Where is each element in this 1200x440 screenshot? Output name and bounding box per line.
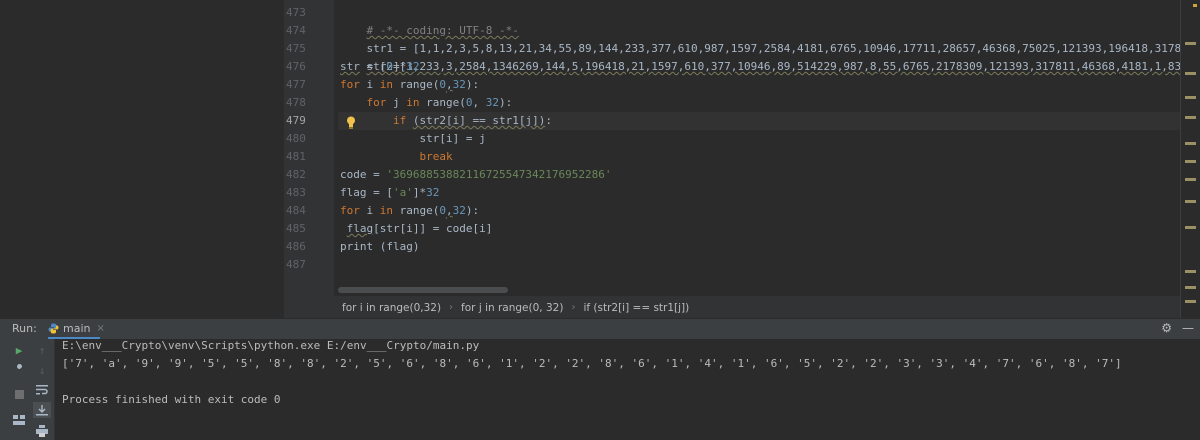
- run-icon[interactable]: ▶: [12, 343, 26, 357]
- weak-warning-mark[interactable]: [1185, 42, 1196, 45]
- code-line-477[interactable]: for i in range(0,32):: [340, 76, 479, 94]
- run-tab-label: main: [63, 321, 91, 335]
- line-number: 475: [286, 42, 306, 55]
- line-number: 484: [286, 204, 306, 217]
- code-line-485[interactable]: flag[str[i]] = code[i]: [340, 220, 493, 238]
- code-line-482[interactable]: code = '36968853882116725547342176952286…: [340, 166, 612, 184]
- run-tab-main[interactable]: main ×: [48, 319, 105, 339]
- code-line-474[interactable]: str1 = [1,1,2,3,5,8,13,21,34,55,89,144,2…: [340, 22, 1181, 55]
- chevron-right-icon: ›: [571, 302, 576, 313]
- run-window-actions: ⚙ —: [1161, 321, 1194, 335]
- code-line-479[interactable]: if (str2[i] == str1[j]):: [340, 112, 552, 130]
- weak-warning-mark[interactable]: [1185, 116, 1196, 119]
- breadcrumb-item[interactable]: for i in range(0,32): [342, 302, 441, 314]
- weak-warning-mark[interactable]: [1185, 226, 1196, 229]
- line-number: 474: [286, 24, 306, 37]
- weak-warning-mark[interactable]: [1185, 72, 1196, 75]
- run-toolbar-primary: ▶: [8, 339, 30, 440]
- line-number: 478: [286, 96, 306, 109]
- line-number-gutter: 473 474 475 476 477 478 479 480 481 482 …: [284, 0, 334, 296]
- scroll-end-icon[interactable]: [33, 402, 51, 418]
- code-line-475[interactable]: str2=[1,233,3,2584,1346269,144,5,196418,…: [340, 40, 1181, 73]
- weak-warning-mark[interactable]: [1185, 270, 1196, 273]
- weak-warning-mark[interactable]: [1185, 286, 1196, 289]
- project-panel-area: [0, 0, 284, 318]
- run-toolbar-secondary: ↑ ↓: [30, 339, 55, 440]
- code-line-481[interactable]: break: [340, 148, 452, 166]
- lightbulb-icon[interactable]: [346, 114, 356, 129]
- line-number: 485: [286, 222, 306, 235]
- line-number: 483: [286, 186, 306, 199]
- console-command: E:\env___Crypto\venv\Scripts\python.exe …: [62, 339, 480, 352]
- code-line-484[interactable]: for i in range(0,32):: [340, 202, 479, 220]
- line-number: 480: [286, 132, 306, 145]
- code-line-476[interactable]: str = [0]*32: [340, 58, 420, 76]
- line-number: 477: [286, 78, 306, 91]
- weak-warning-mark[interactable]: [1185, 200, 1196, 203]
- close-icon[interactable]: ×: [96, 323, 104, 334]
- breadcrumb: for i in range(0,32) › for j in range(0,…: [284, 296, 1180, 318]
- code-editor[interactable]: # -*- coding: UTF-8 -*- str1 = [1,1,2,3,…: [338, 0, 1180, 296]
- code-line-486[interactable]: print (flag): [340, 238, 419, 256]
- up-arrow-icon[interactable]: ↑: [35, 343, 49, 357]
- line-number: 473: [286, 6, 306, 19]
- gear-icon[interactable]: ⚙: [1161, 321, 1172, 335]
- weak-warning-mark[interactable]: [1185, 96, 1196, 99]
- code-line-473[interactable]: # -*- coding: UTF-8 -*-: [340, 4, 519, 37]
- weak-warning-mark[interactable]: [1185, 300, 1196, 303]
- run-console[interactable]: E:\env___Crypto\venv\Scripts\python.exe …: [55, 339, 1200, 440]
- weak-warning-mark[interactable]: [1185, 160, 1196, 163]
- warning-mark[interactable]: [1193, 4, 1197, 7]
- weak-warning-mark[interactable]: [1185, 142, 1196, 145]
- code-line-480[interactable]: str[i] = j: [340, 130, 485, 148]
- line-number: 482: [286, 168, 306, 181]
- code-line-483[interactable]: flag = ['a']*32: [340, 184, 439, 202]
- console-output: ['7', 'a', '9', '9', '5', '5', '8', '8',…: [62, 357, 1122, 370]
- structure-side-strip[interactable]: [0, 339, 8, 440]
- print-icon[interactable]: [35, 424, 49, 438]
- soft-wrap-icon[interactable]: [35, 383, 49, 397]
- code-line-478[interactable]: for j in range(0, 32):: [340, 94, 512, 112]
- line-number: 486: [286, 240, 306, 253]
- line-number: 481: [286, 150, 306, 163]
- line-number: 487: [286, 258, 306, 271]
- weak-warning-mark[interactable]: [1185, 178, 1196, 181]
- stop-icon[interactable]: [12, 387, 26, 401]
- line-number-active: 479: [286, 114, 306, 127]
- console-exit-message: Process finished with exit code 0: [62, 393, 281, 406]
- layout-icon[interactable]: [12, 413, 26, 427]
- breadcrumb-item[interactable]: if (str2[i] == str1[j]): [583, 302, 689, 314]
- line-number: 476: [286, 60, 306, 73]
- wrench-icon[interactable]: [12, 363, 26, 377]
- python-file-icon: [48, 323, 59, 334]
- breadcrumb-item[interactable]: for j in range(0, 32): [461, 302, 563, 314]
- down-arrow-icon[interactable]: ↓: [35, 363, 49, 377]
- error-stripe[interactable]: [1180, 0, 1200, 318]
- chevron-right-icon: ›: [449, 302, 454, 313]
- horizontal-scrollbar[interactable]: [338, 287, 508, 293]
- minimize-icon[interactable]: —: [1182, 321, 1194, 335]
- run-label: Run:: [12, 322, 37, 335]
